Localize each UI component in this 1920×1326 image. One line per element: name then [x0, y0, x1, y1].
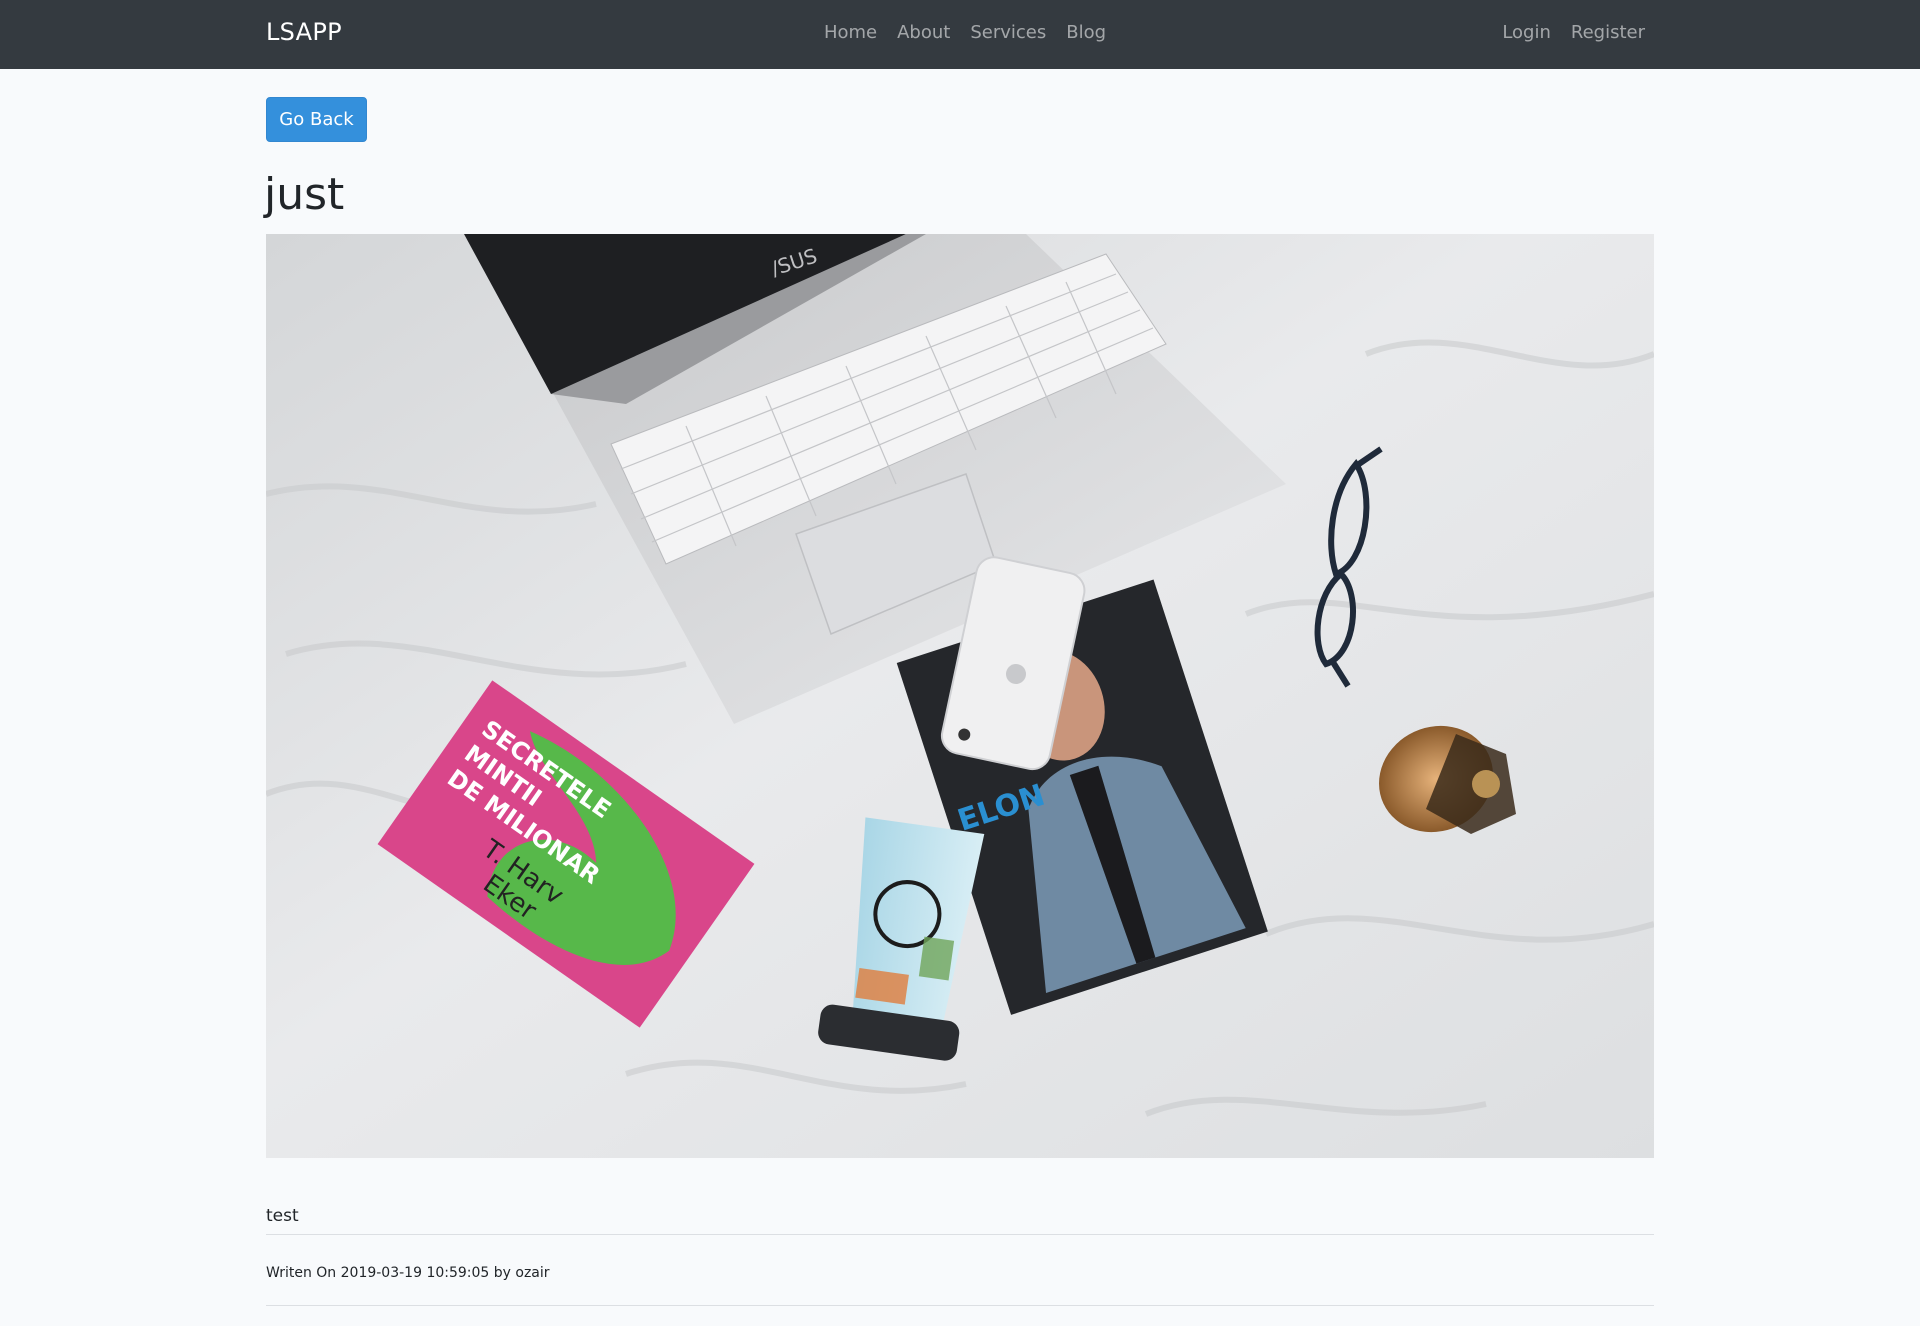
post-body: test	[266, 1206, 299, 1226]
login-link[interactable]: Login	[1502, 22, 1551, 43]
nav-services-link[interactable]: Services	[970, 22, 1046, 43]
post-title: just	[264, 169, 345, 220]
cover-photo-illustration: /SUS SECRETELE MINTII DE MILIONAR T. Har…	[266, 234, 1654, 1158]
nav-blog-link[interactable]: Blog	[1066, 22, 1106, 43]
nav-about-link[interactable]: About	[897, 22, 950, 43]
divider	[266, 1305, 1654, 1306]
nav-home-link[interactable]: Home	[824, 22, 877, 43]
post-meta: Writen On 2019-03-19 10:59:05 by ozair	[266, 1265, 550, 1281]
navbar: LSAPP Home About Services Blog Login Reg…	[0, 0, 1920, 69]
divider	[266, 1234, 1654, 1235]
post-cover-image: /SUS SECRETELE MINTII DE MILIONAR T. Har…	[266, 234, 1654, 1158]
go-back-button[interactable]: Go Back	[266, 97, 367, 142]
register-link[interactable]: Register	[1571, 22, 1645, 43]
auth-nav: Login Register	[1502, 22, 1645, 43]
